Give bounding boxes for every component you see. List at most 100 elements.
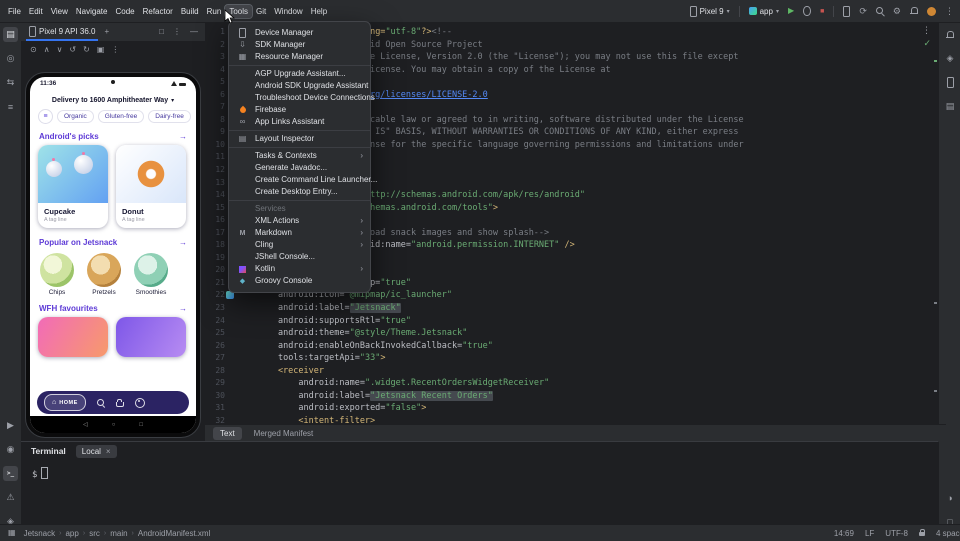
menu-item-firebase[interactable]: Firebase (229, 104, 370, 116)
breadcrumb-item-main[interactable]: main (110, 529, 127, 538)
float-window-icon[interactable]: □ (157, 27, 166, 36)
back-button[interactable]: ◁ (83, 422, 88, 428)
menubar-item-navigate[interactable]: Navigate (72, 5, 112, 18)
readonly-lock-icon[interactable] (919, 529, 925, 537)
problems-tool-button[interactable]: ⚠ (3, 490, 18, 505)
editor-options-icon[interactable]: ⋮ (922, 25, 931, 36)
menu-item-generate-javadoc[interactable]: Generate Javadoc... (229, 162, 370, 174)
volume-down-button[interactable]: ∨ (57, 46, 63, 54)
snack-item-smoothies[interactable]: Smoothies (134, 253, 168, 296)
menubar-item-file[interactable]: File (4, 5, 25, 18)
menu-item-markdown[interactable]: Markdown› (229, 227, 370, 239)
nav-cart-icon[interactable] (116, 399, 124, 407)
terminal-tab-local[interactable]: Local × (76, 445, 117, 458)
breadcrumb-item-src[interactable]: src (89, 529, 100, 538)
terminal-tool-button[interactable]: >_ (3, 466, 18, 481)
menubar-item-code[interactable]: Code (111, 5, 138, 18)
nav-search-icon[interactable] (97, 399, 105, 407)
device-explorer-tool-button[interactable] (943, 75, 958, 90)
menubar-item-refactor[interactable]: Refactor (139, 5, 177, 18)
snack-card-donut[interactable]: DonutA tag line (116, 145, 186, 228)
menu-item-groovy-console[interactable]: Groovy Console (229, 275, 370, 287)
snack-item-pretzels[interactable]: Pretzels (87, 253, 121, 296)
arrow-forward-icon[interactable]: → (179, 132, 187, 141)
sync-project-button[interactable]: ⟳ (859, 7, 867, 16)
project-tool-button[interactable]: ▤ (3, 27, 18, 42)
search-everywhere-button[interactable] (876, 7, 884, 15)
menubar-item-git[interactable]: Git (252, 5, 270, 18)
layout-inspector-tool-button[interactable]: ▤ (943, 99, 958, 114)
add-device-button[interactable]: + (102, 27, 111, 36)
run-tool-button[interactable]: ▶ (3, 418, 18, 433)
more-options-icon[interactable]: ⋮ (171, 27, 183, 36)
line-ending[interactable]: LF (865, 529, 874, 538)
rotate-left-button[interactable]: ↺ (69, 46, 76, 54)
menu-item-sdk-manager[interactable]: SDK Manager (229, 39, 370, 51)
notifications-button[interactable] (910, 7, 918, 15)
inspections-ok-icon[interactable]: ✓ (923, 38, 931, 49)
menu-item-create-desktop-entry[interactable]: Create Desktop Entry... (229, 186, 370, 198)
filter-chip-organic[interactable]: Organic (57, 110, 94, 123)
device-tab[interactable]: Pixel 9 API 36.0 (26, 22, 98, 41)
home-button[interactable]: ○ (112, 422, 116, 428)
menu-item-create-command-line-launcher[interactable]: Create Command Line Launcher... (229, 174, 370, 186)
run-button[interactable]: ▶ (788, 7, 794, 15)
power-button[interactable]: ⊙ (30, 46, 37, 54)
file-encoding[interactable]: UTF-8 (885, 529, 908, 538)
menu-item-device-manager[interactable]: Device Manager (229, 27, 370, 39)
menu-item-xml-actions[interactable]: XML Actions› (229, 215, 370, 227)
arrow-forward-icon[interactable]: → (179, 238, 187, 247)
tab-merged-manifest[interactable]: Merged Manifest (247, 427, 321, 440)
filter-chip-dairy-free[interactable]: Dairy-free (148, 110, 191, 123)
nav-home-button[interactable]: ⌂ HOME (44, 394, 86, 411)
breadcrumb-item-app[interactable]: app (65, 529, 78, 538)
user-avatar[interactable] (927, 7, 936, 16)
filter-chip-gluten-free[interactable]: Gluten-free (98, 110, 145, 123)
breadcrumb-item-jetsnack[interactable]: Jetsnack (24, 529, 56, 538)
breadcrumb-item-androidmanifest-xml[interactable]: AndroidManifest.xml (138, 529, 210, 538)
caret-position[interactable]: 14:69 (834, 529, 854, 538)
app-inspection-tool-button[interactable]: ◉ (3, 442, 18, 457)
device-manager-button[interactable] (843, 6, 850, 17)
filters-button[interactable]: ≡ (38, 109, 53, 124)
menu-item-android-sdk-upgrade-assistant[interactable]: Android SDK Upgrade Assistant (229, 80, 370, 92)
menu-item-troubleshoot-device-connections[interactable]: Troubleshoot Device Connections (229, 92, 370, 104)
menubar-item-help[interactable]: Help (307, 5, 331, 18)
menubar-item-run[interactable]: Run (203, 5, 226, 18)
menu-item-tasks-contexts[interactable]: Tasks & Contexts› (229, 150, 370, 162)
run-configuration-selector[interactable]: app ▾ (749, 7, 779, 16)
pull-requests-tool-button[interactable]: ⇆ (3, 75, 18, 90)
hide-panel-icon[interactable]: — (188, 27, 200, 36)
gradle-tool-button[interactable]: ◈ (943, 51, 958, 66)
indent-setting[interactable]: 4 spaces (936, 529, 960, 538)
nav-profile-icon[interactable] (135, 398, 145, 408)
snapshot-button[interactable]: ▣ (97, 46, 105, 54)
more-actions-button[interactable]: ⋮ (945, 7, 954, 16)
rotate-right-button[interactable]: ↻ (83, 46, 90, 54)
device-more-button[interactable]: ⋮ (111, 46, 119, 54)
tab-text[interactable]: Text (213, 427, 242, 440)
close-icon[interactable]: × (106, 447, 111, 456)
menu-item-jshell-console[interactable]: JShell Console... (229, 251, 370, 263)
device-selector[interactable]: Pixel 9 ▾ (690, 6, 730, 17)
arrow-forward-icon[interactable]: → (179, 304, 187, 313)
notifications-tool-button[interactable] (943, 27, 958, 42)
menubar-item-window[interactable]: Window (270, 5, 306, 18)
menu-item-app-links-assistant[interactable]: App Links Assistant (229, 116, 370, 128)
snack-card-cupcake[interactable]: CupcakeA tag line (38, 145, 108, 228)
menu-item-resource-manager[interactable]: Resource Manager (229, 51, 370, 63)
menubar-item-edit[interactable]: Edit (25, 5, 47, 18)
app-quality-insights-tool-button[interactable]: ◑ (943, 490, 958, 505)
menu-item-cling[interactable]: Cling› (229, 239, 370, 251)
debug-button[interactable] (803, 6, 811, 16)
settings-button[interactable]: ⚙ (893, 7, 901, 16)
tool-windows-icon[interactable]: ▦ (8, 529, 16, 537)
menu-item-kotlin[interactable]: Kotlin› (229, 263, 370, 275)
snack-item-chips[interactable]: Chips (40, 253, 74, 296)
terminal-output[interactable]: $ (21, 460, 938, 480)
menu-item-agp-upgrade-assistant[interactable]: AGP Upgrade Assistant... (229, 68, 370, 80)
structure-tool-button[interactable]: ≡ (3, 99, 18, 114)
menubar-item-view[interactable]: View (47, 5, 72, 18)
delivery-address-selector[interactable]: Delivery to 1600 Amphitheater Way ▾ (30, 97, 196, 104)
snack-card[interactable] (116, 317, 186, 357)
